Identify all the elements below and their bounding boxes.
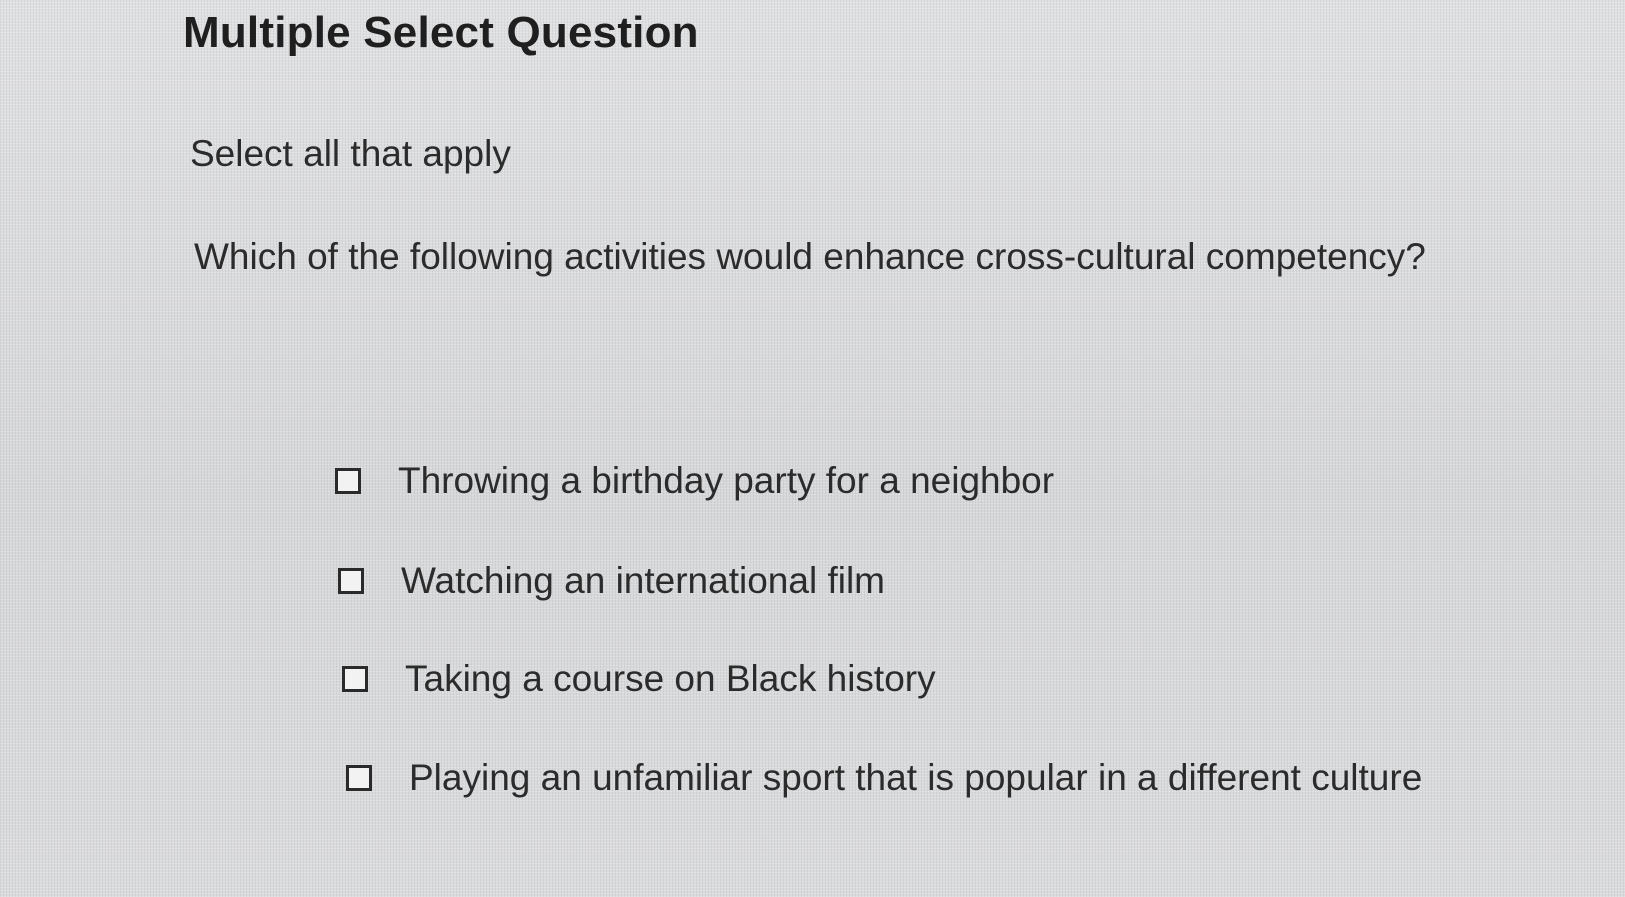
- answer-option[interactable]: Throwing a birthday party for a neighbor: [335, 460, 1054, 502]
- checkbox[interactable]: [342, 666, 368, 692]
- checkbox[interactable]: [346, 765, 372, 791]
- answer-option-label: Playing an unfamiliar sport that is popu…: [409, 757, 1423, 798]
- answer-option[interactable]: Playing an unfamiliar sport that is popu…: [346, 757, 1422, 799]
- checkbox[interactable]: [335, 468, 361, 494]
- checkbox[interactable]: [338, 568, 364, 594]
- question-page: Multiple Select Question Select all that…: [0, 0, 1625, 897]
- answer-option[interactable]: Watching an international film: [338, 560, 885, 602]
- answer-option-label: Taking a course on Black history: [405, 658, 936, 699]
- answer-option-label: Watching an international film: [401, 560, 885, 601]
- answer-options: Throwing a birthday party for a neighbor…: [0, 0, 1625, 897]
- answer-option[interactable]: Taking a course on Black history: [342, 658, 936, 700]
- answer-option-label: Throwing a birthday party for a neighbor: [398, 460, 1055, 501]
